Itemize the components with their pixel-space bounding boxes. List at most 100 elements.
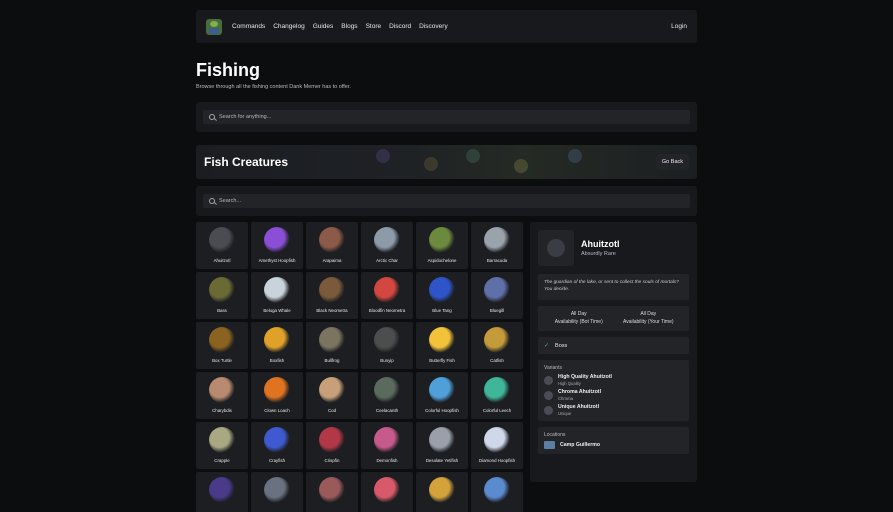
- dank-memer-logo-icon[interactable]: [206, 18, 222, 35]
- creature-card[interactable]: Aspidochelone: [416, 222, 468, 269]
- variant-type: High Quality: [558, 381, 581, 386]
- creature-image: [319, 477, 345, 503]
- creature-card[interactable]: Bluegill: [471, 272, 523, 319]
- creature-card[interactable]: [361, 472, 413, 512]
- creature-card-name: Bluegill: [489, 308, 505, 313]
- creature-card[interactable]: Ahuitzotl: [196, 222, 248, 269]
- creature-card[interactable]: [416, 472, 468, 512]
- creature-image: [429, 327, 455, 353]
- creature-card[interactable]: Arapaima: [306, 222, 358, 269]
- creature-image: [264, 227, 290, 253]
- nav-link-discord[interactable]: Discord: [389, 23, 411, 30]
- creature-card[interactable]: [471, 472, 523, 512]
- creature-image: [484, 277, 510, 303]
- creature-image: [374, 427, 400, 453]
- creature-image: [374, 477, 400, 503]
- creature-card[interactable]: Crispfin: [306, 422, 358, 469]
- variant-icon: [544, 375, 553, 385]
- variant-icon: [544, 405, 553, 415]
- creature-card[interactable]: Boxfish: [251, 322, 303, 369]
- creature-card[interactable]: Colorful Leech: [471, 372, 523, 419]
- creature-card[interactable]: Demonfish: [361, 422, 413, 469]
- creature-card-name: Bullfrog: [324, 358, 340, 363]
- availability-bot-time: All Day Availability (Bot Time): [544, 311, 614, 326]
- creature-card[interactable]: Catfish: [471, 322, 523, 369]
- creature-image: [374, 277, 400, 303]
- go-back-button[interactable]: Go Back: [655, 154, 689, 170]
- page-container: Commands Changelog Guides Blogs Store Di…: [196, 10, 697, 512]
- creature-image: [264, 477, 290, 503]
- creature-card-name: Bunyip: [380, 358, 394, 363]
- global-search-input[interactable]: [219, 114, 652, 120]
- creature-card[interactable]: Charybdis: [196, 372, 248, 419]
- creature-card[interactable]: Coelacanth: [361, 372, 413, 419]
- creature-card[interactable]: Butterfly Fish: [416, 322, 468, 369]
- creature-image: [209, 327, 235, 353]
- creature-card[interactable]: Blue Tang: [416, 272, 468, 319]
- availability-your-time: All Day Availability (Your Time): [614, 311, 684, 326]
- creature-image: [319, 277, 345, 303]
- variant-item[interactable]: Chroma Ahuitzotl Chroma: [544, 389, 683, 401]
- creature-card[interactable]: Desolate Yetifish: [416, 422, 468, 469]
- creature-image: [209, 277, 235, 303]
- creature-card-name: Crispfin: [324, 458, 340, 463]
- nav-link-commands[interactable]: Commands: [232, 23, 265, 30]
- nav-link-changelog[interactable]: Changelog: [273, 23, 304, 30]
- creature-filter-panel: [196, 186, 697, 216]
- content-area: Ahuitzotl Amethyst Hoopfish Arapaima Arctic…: [196, 222, 697, 512]
- variant-type: Chroma: [558, 396, 573, 401]
- creature-card[interactable]: Crayfish: [251, 422, 303, 469]
- creature-image: [429, 427, 455, 453]
- creature-card[interactable]: [196, 472, 248, 512]
- login-button[interactable]: Login: [671, 23, 687, 30]
- creature-card[interactable]: [306, 472, 358, 512]
- creature-card[interactable]: Colorful Hoopfish: [416, 372, 468, 419]
- creature-image: [484, 227, 510, 253]
- creature-card[interactable]: Amethyst Hoopfish: [251, 222, 303, 269]
- creature-image: [484, 377, 510, 403]
- creature-card[interactable]: Clown Loach: [251, 372, 303, 419]
- creature-card[interactable]: Beluga Whale: [251, 272, 303, 319]
- creature-image: [319, 327, 345, 353]
- creature-image: [374, 227, 400, 253]
- creature-card[interactable]: Arctic Char: [361, 222, 413, 269]
- creature-card-name: Blue Tang: [432, 308, 452, 313]
- creature-card[interactable]: Box Turtle: [196, 322, 248, 369]
- creature-image: [319, 377, 345, 403]
- creature-card[interactable]: Bullfrog: [306, 322, 358, 369]
- creature-card[interactable]: Bunyip: [361, 322, 413, 369]
- creature-card[interactable]: Crapple: [196, 422, 248, 469]
- creature-card-name: Coelacanth: [375, 408, 399, 413]
- creature-card-name: Amethyst Hoopfish: [258, 258, 296, 263]
- variant-item[interactable]: Unique Ahuitzotl Unique: [544, 404, 683, 416]
- variant-name: Unique Ahuitzotl: [558, 404, 600, 410]
- nav-link-discovery[interactable]: Discovery: [419, 23, 448, 30]
- category-banner: Fish Creatures Go Back: [196, 145, 697, 179]
- creature-image: [429, 277, 455, 303]
- creature-card-name: Beluga Whale: [263, 308, 291, 313]
- creature-card[interactable]: Diamond Hoopfish: [471, 422, 523, 469]
- location-item[interactable]: Camp Guillermo: [544, 441, 683, 449]
- variant-item[interactable]: High Quality Ahuitzotl High Quality: [544, 374, 683, 386]
- global-search-box[interactable]: [203, 110, 690, 124]
- creature-card-name: Box Turtle: [212, 358, 232, 363]
- creature-card[interactable]: Barracuda: [471, 222, 523, 269]
- search-icon: [209, 198, 215, 204]
- creature-search-input[interactable]: [219, 198, 652, 204]
- creature-detail-panel: Ahuitzotl Absurdly Rare The guardian of …: [530, 222, 697, 482]
- creature-card[interactable]: Bass: [196, 272, 248, 319]
- creature-card[interactable]: Black Neometra: [306, 272, 358, 319]
- creature-card[interactable]: [251, 472, 303, 512]
- detail-header: Ahuitzotl Absurdly Rare: [538, 228, 689, 268]
- creature-search-box[interactable]: [203, 194, 690, 208]
- creature-image: [374, 327, 400, 353]
- creature-image: [264, 277, 290, 303]
- nav-link-guides[interactable]: Guides: [313, 23, 334, 30]
- creature-card-name: Crayfish: [268, 458, 286, 463]
- global-search-panel: [196, 102, 697, 132]
- nav-link-store[interactable]: Store: [366, 23, 382, 30]
- creature-image: [484, 427, 510, 453]
- creature-card[interactable]: Cod: [306, 372, 358, 419]
- creature-card[interactable]: Bloodfin Neometra: [361, 272, 413, 319]
- nav-link-blogs[interactable]: Blogs: [341, 23, 357, 30]
